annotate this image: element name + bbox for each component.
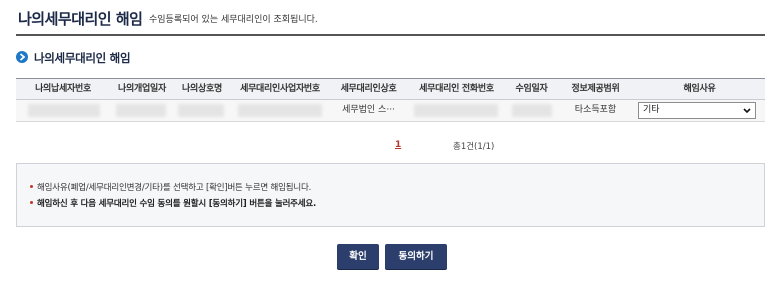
column-header-engagement-date: 수임일자: [515, 84, 548, 94]
agent-table: 나의납세자번호 나의개업일자 나의상호명 세무대리인사업자번호 세무대리인상호 …: [16, 78, 765, 122]
notice-box: 해임사유(폐업/세무대리인변경/기타)를 선택하고 [확인]버튼 누르면 해임됩…: [16, 163, 765, 227]
arrow-circle-icon: [16, 51, 28, 63]
section-title: 나의세무대리인 해임: [34, 51, 131, 65]
column-header-agent-phone: 세무대리인 전화번호: [419, 84, 494, 94]
title-divider: [16, 34, 765, 36]
page-description: 수임등록되어 있는 세무대리인이 조회됩니다.: [149, 15, 318, 25]
redacted-engagement-date: [512, 104, 552, 117]
redacted-agent-phone: [414, 104, 498, 117]
cell-info-scope: 타소득포함: [574, 105, 617, 115]
dismissal-reason-select[interactable]: 기타: [638, 102, 756, 119]
redacted-company-name: [178, 104, 224, 117]
redacted-open-date: [116, 104, 166, 117]
column-header-agent-name: 세무대리인상호: [340, 84, 397, 94]
redacted-agent-business-number: [238, 104, 322, 117]
column-header-dismissal-reason: 해임사유: [683, 84, 716, 94]
table-header: 나의납세자번호 나의개업일자 나의상호명 세무대리인사업자번호 세무대리인상호 …: [16, 78, 765, 100]
page-header: 나의세무대리인 해임 수임등록되어 있는 세무대리인이 조회됩니다.: [18, 8, 765, 32]
notice-item: 해임사유(폐업/세무대리인변경/기타)를 선택하고 [확인]버튼 누르면 해임됩…: [30, 181, 311, 193]
confirm-button[interactable]: 확인: [337, 244, 379, 269]
bullet-icon: [30, 185, 33, 188]
redacted-taxpayer-number: [28, 104, 100, 117]
bullet-icon: [30, 201, 33, 204]
column-header-agent-business-number: 세무대리인사업자번호: [240, 84, 320, 94]
page-title: 나의세무대리인 해임: [18, 10, 143, 28]
total-count: 총1건(1/1): [453, 142, 495, 152]
chevron-down-icon: [742, 103, 752, 118]
notice-item: 해임하신 후 다음 세무대리인 수임 동의를 원할시 [동의하기] 버튼을 눌러…: [30, 197, 316, 209]
column-header-taxpayer-number: 나의납세자번호: [35, 84, 91, 94]
cell-agent-name: 세무법인 스···: [342, 105, 395, 115]
column-header-company-name: 나의상호명: [182, 84, 222, 94]
dismissal-reason-value: 기타: [643, 105, 660, 115]
notice-text-1: 해임사유(폐업/세무대리인변경/기타)를 선택하고 [확인]버튼 누르면 해임됩…: [37, 183, 312, 193]
table-row: 세무법인 스··· 타소득포함 기타: [16, 100, 765, 122]
notice-text-2: 해임하신 후 다음 세무대리인 수임 동의를 원할시 [동의하기] 버튼을 눌러…: [37, 199, 317, 209]
column-header-open-date: 나의개업일자: [118, 84, 166, 94]
column-header-info-scope: 정보제공범위: [571, 84, 620, 94]
page-link-1[interactable]: 1: [395, 140, 401, 150]
agree-button[interactable]: 동의하기: [385, 244, 447, 269]
